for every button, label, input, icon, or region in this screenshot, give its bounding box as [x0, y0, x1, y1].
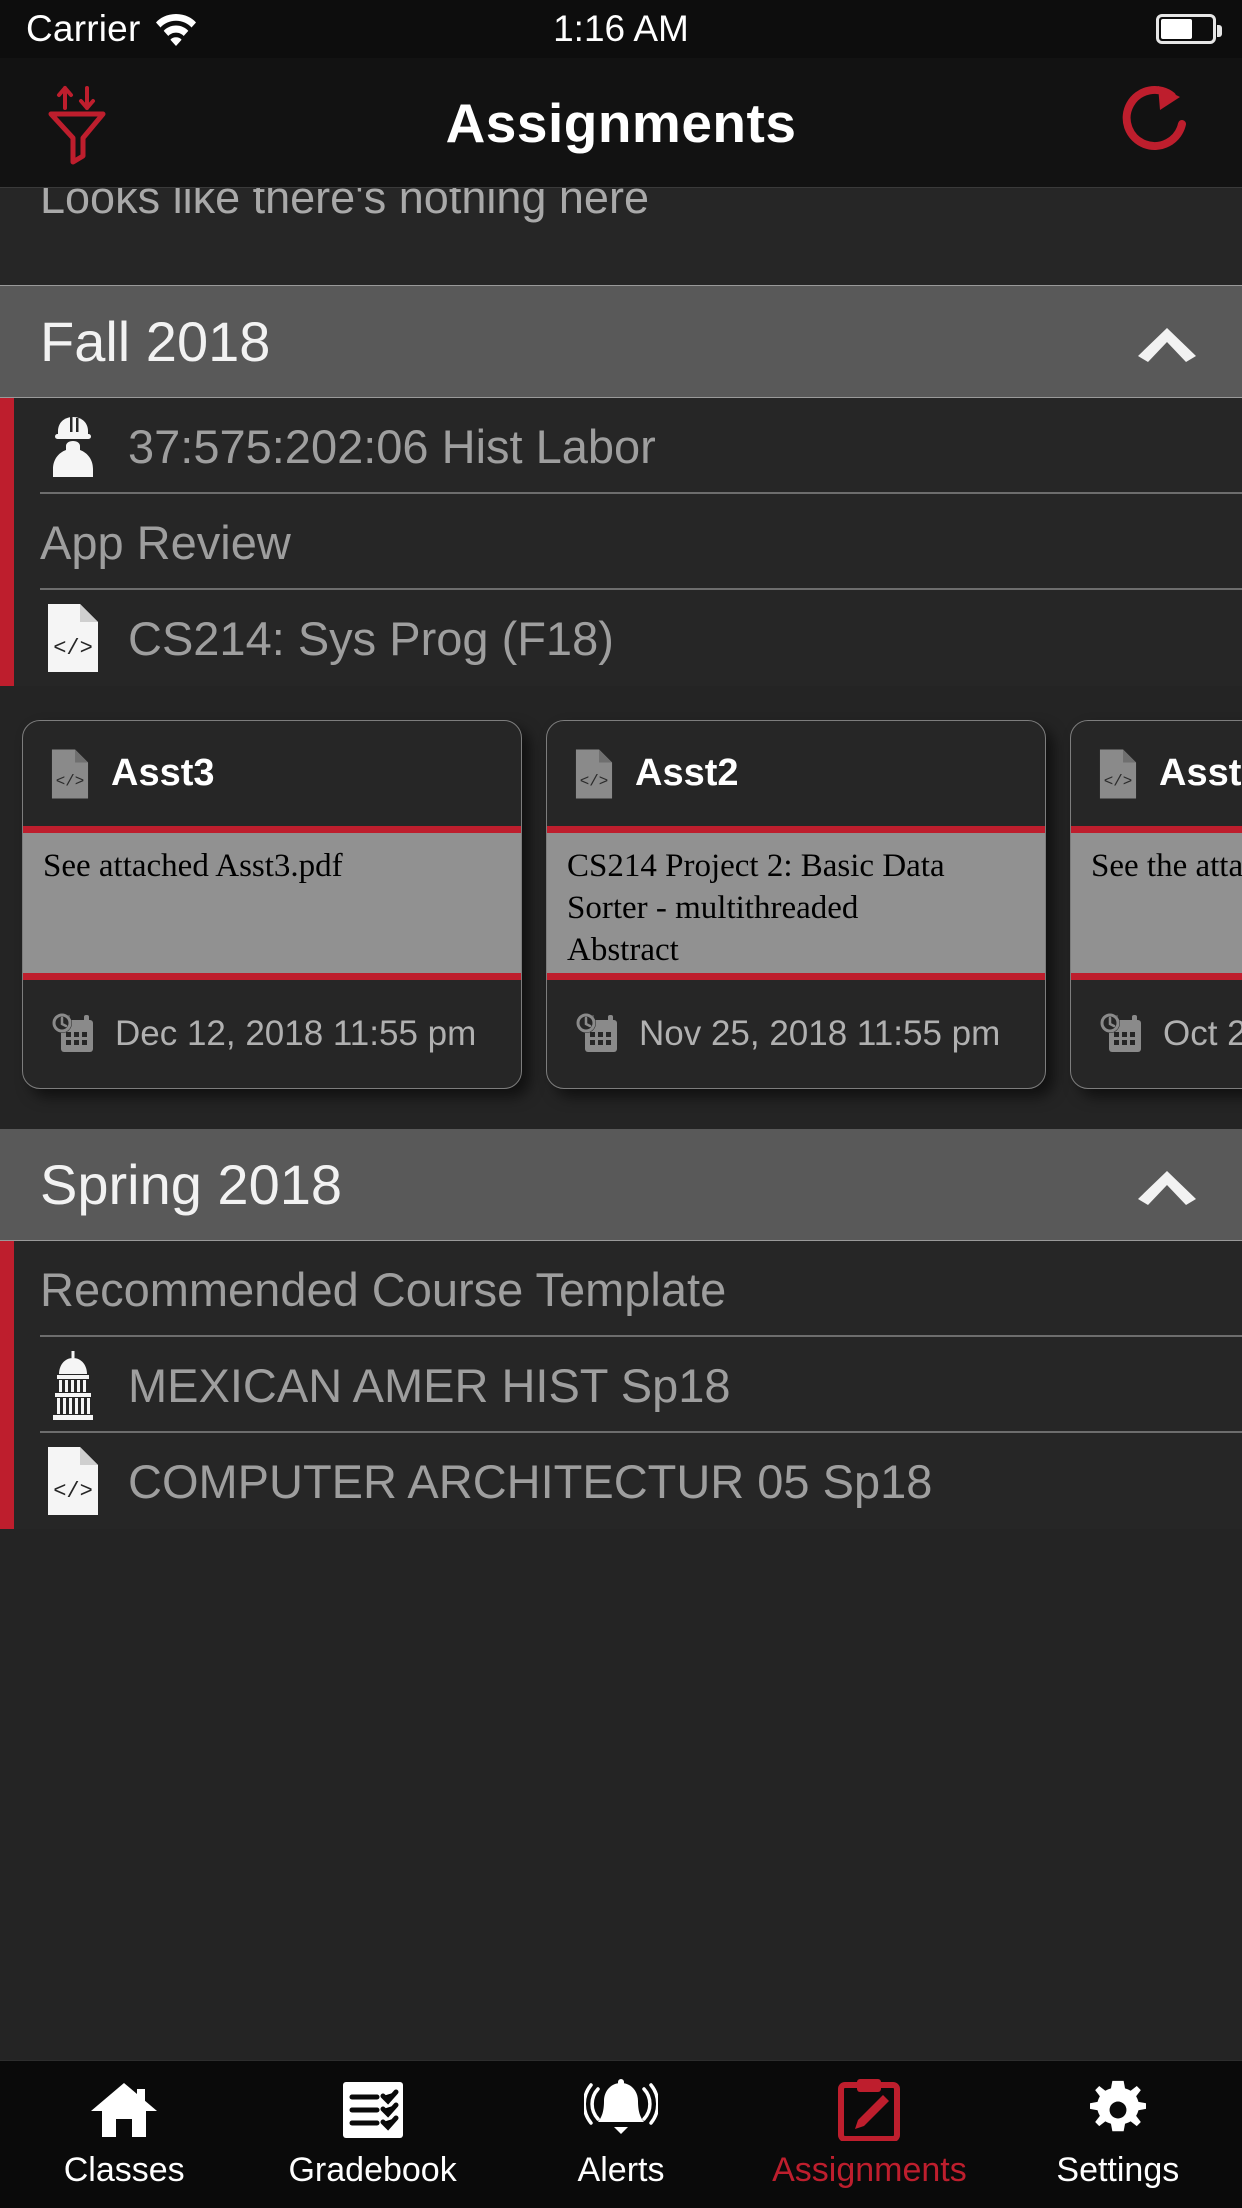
assignment-body-line: See attached Asst3.pdf [43, 848, 343, 884]
assignment-due-date: Dec 12, 2018 11:55 pm [115, 1014, 477, 1053]
assignment-card-header: </> Asst3 [23, 721, 521, 833]
assignment-card-body: See attached Asst3.pdf [23, 833, 521, 980]
assignment-name: Asst2 [635, 752, 739, 794]
app-root: Carrier 1:16 AM Assignments Looks like t… [0, 0, 1242, 2208]
svg-text:</>: </> [1104, 772, 1133, 790]
svg-text:</>: </> [580, 772, 609, 790]
assignment-name: Asst3 [111, 752, 215, 794]
filter-funnel-icon [48, 85, 106, 164]
calendar-clock-icon [1100, 1013, 1141, 1052]
empty-state-row: Looks like there's nothing here [0, 188, 1242, 286]
carrier-label: Carrier [26, 8, 141, 49]
course-color-bar [0, 590, 14, 686]
code-file-icon: </> [40, 602, 106, 674]
assignment-card-strip[interactable]: </> Asst3 See attached Asst3.pdf Dec 12,… [0, 686, 1242, 1129]
tab-label: Assignments [772, 2151, 967, 2189]
assignment-card-header: </> Asst2 [547, 721, 1045, 833]
tab-label: Settings [1056, 2151, 1180, 2189]
course-color-bar [0, 1337, 14, 1433]
tab-assignments[interactable]: Assignments [745, 2079, 993, 2190]
svg-text:</>: </> [56, 772, 85, 790]
hard-hat-worker-icon [40, 413, 106, 479]
calendar-clock-icon [576, 1013, 617, 1052]
course-row-hist-labor[interactable]: 37:575:202:06 Hist Labor [0, 398, 1242, 494]
assignment-card[interactable]: </> Asst1 See the attached [1070, 720, 1242, 1089]
section-title: Spring 2018 [40, 1153, 343, 1216]
nav-bar: Assignments [0, 58, 1242, 188]
course-row-computer-architecture[interactable]: </> COMPUTER ARCHITECTUR 05 Sp18 [0, 1433, 1242, 1529]
assignments-list[interactable]: Looks like there's nothing here Fall 201… [0, 188, 1242, 2060]
assignment-body-line: See the attached [1091, 848, 1242, 884]
status-bar-left: Carrier [26, 8, 198, 50]
assignment-body-line: CS214 Project 2: Basic Data [567, 848, 945, 884]
assignment-card-header: </> Asst1 [1071, 721, 1242, 833]
calendar-clock-icon [52, 1013, 93, 1052]
refresh-button[interactable] [1116, 80, 1202, 166]
filter-button[interactable] [40, 80, 126, 166]
course-row-label: COMPUTER ARCHITECTUR 05 Sp18 [128, 1454, 933, 1508]
code-file-icon: </> [1099, 748, 1137, 799]
empty-state-label: Looks like there's nothing here [40, 188, 649, 223]
tab-label: Alerts [577, 2151, 665, 2189]
assignment-body-line: Sorter - multithreaded [567, 890, 859, 927]
battery-icon [1156, 14, 1222, 44]
tab-classes[interactable]: Classes [0, 2079, 248, 2190]
code-file-icon: </> [575, 748, 613, 799]
assignment-card-footer: Dec 12, 2018 11:55 pm [23, 980, 521, 1088]
course-row-label: MEXICAN AMER HIST Sp18 [128, 1358, 731, 1412]
capitol-building-icon [40, 1349, 106, 1421]
page-title: Assignments [445, 91, 797, 154]
tab-settings[interactable]: Settings [994, 2079, 1242, 2190]
assignment-card[interactable]: </> Asst2 CS214 Project 2: Basic Data So… [546, 720, 1046, 1089]
assignment-card-footer: Oct 21, 2018 11:55 pm [1071, 980, 1242, 1088]
bell-icon [584, 2079, 659, 2134]
refresh-icon [1122, 85, 1186, 150]
section-title: Fall 2018 [40, 310, 271, 373]
course-color-bar [0, 494, 14, 590]
course-row-recommended-template[interactable]: Recommended Course Template [0, 1241, 1242, 1337]
course-color-bar [0, 1433, 14, 1529]
assignment-card-body: CS214 Project 2: Basic Data Sorter - mul… [547, 833, 1045, 980]
course-row-app-review[interactable]: App Review [0, 494, 1242, 590]
wifi-icon [156, 14, 197, 46]
assignment-name: Asst1 [1159, 752, 1242, 794]
status-bar: Carrier 1:16 AM [0, 0, 1242, 58]
assignment-card-footer: Nov 25, 2018 11:55 pm [547, 980, 1045, 1088]
code-file-icon: </> [51, 748, 89, 799]
assignment-card[interactable]: </> Asst3 See attached Asst3.pdf Dec 12,… [22, 720, 522, 1089]
code-file-icon: </> [40, 1445, 106, 1517]
course-row-cs214[interactable]: </> CS214: Sys Prog (F18) [0, 590, 1242, 686]
tab-gradebook[interactable]: Gradebook [248, 2079, 496, 2190]
course-color-bar [0, 398, 14, 494]
section-header-spring-2018[interactable]: Spring 2018 [0, 1129, 1242, 1241]
tab-bar: Classes Gradebook Alerts Assignments Set… [0, 2060, 1242, 2208]
course-row-label: CS214: Sys Prog (F18) [128, 611, 614, 665]
gear-icon [1089, 2080, 1146, 2132]
assignment-body-tail: Abstract [567, 932, 679, 969]
course-row-label: Recommended Course Template [40, 1262, 727, 1316]
course-color-bar [0, 1241, 14, 1337]
svg-text:</>: </> [53, 636, 93, 661]
tab-alerts[interactable]: Alerts [497, 2079, 745, 2190]
status-bar-right [1156, 14, 1222, 44]
assignment-card-body: See the attached [1071, 833, 1242, 980]
chevron-up-icon[interactable] [1132, 1163, 1202, 1207]
assignment-due-date: Oct 21, 2018 11:55 pm [1163, 1014, 1242, 1053]
course-row-mexican-amer-hist[interactable]: MEXICAN AMER HIST Sp18 [0, 1337, 1242, 1433]
svg-text:</>: </> [53, 1479, 93, 1504]
home-icon [91, 2083, 158, 2137]
clipboard-pencil-icon [838, 2079, 901, 2141]
tab-label: Classes [63, 2151, 185, 2189]
chevron-up-icon[interactable] [1132, 320, 1202, 364]
assignment-due-date: Nov 25, 2018 11:55 pm [639, 1014, 1001, 1053]
section-header-fall-2018[interactable]: Fall 2018 [0, 286, 1242, 398]
tab-label: Gradebook [288, 2151, 457, 2189]
course-row-label: 37:575:202:06 Hist Labor [128, 419, 656, 473]
checklist-icon [342, 2082, 403, 2138]
course-row-label: App Review [40, 515, 291, 569]
